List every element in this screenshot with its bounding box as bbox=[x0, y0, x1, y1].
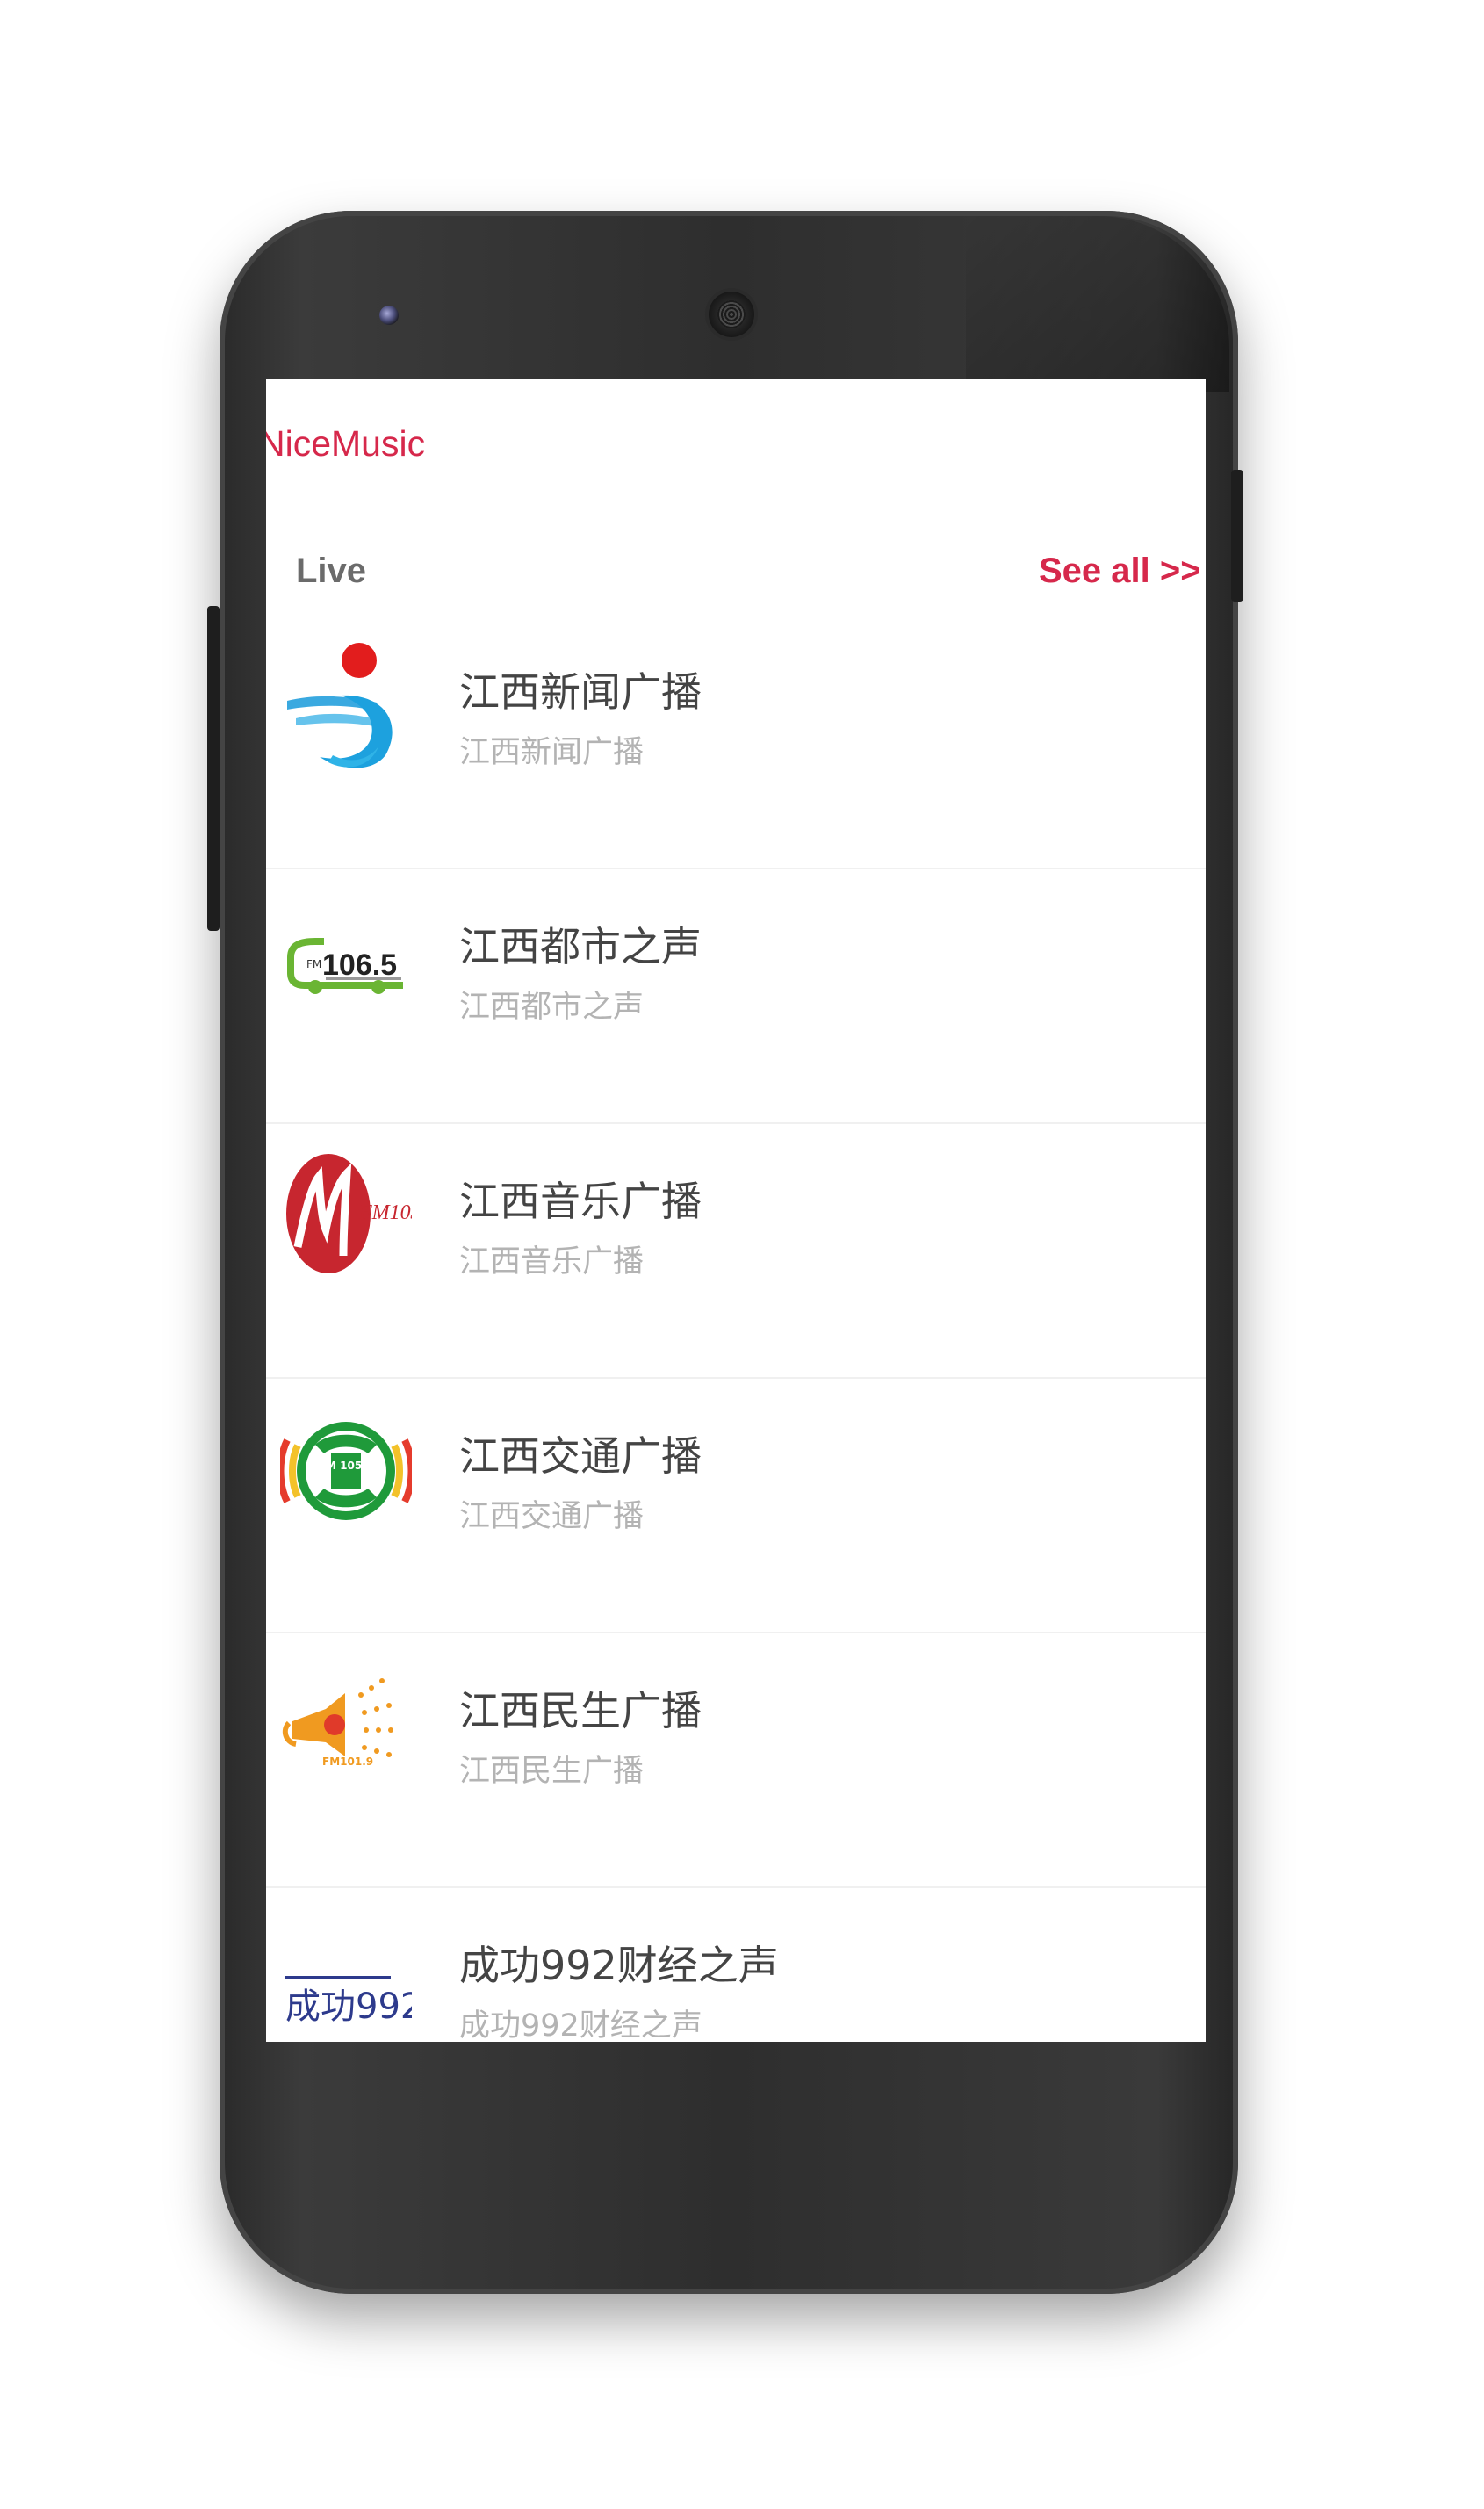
station-title: 成功992财经之声 bbox=[459, 1942, 779, 1989]
svg-text:FM101.9: FM101.9 bbox=[322, 1756, 373, 1768]
volume-button bbox=[207, 606, 220, 931]
station-subtitle: 江西民生广播 bbox=[459, 1754, 645, 1789]
traffic-fm-logo-icon: FM 105.4 bbox=[280, 1422, 412, 1520]
power-button bbox=[1231, 470, 1243, 602]
station-title: 江西交通广播 bbox=[459, 1432, 702, 1480]
fm1065-logo-icon: FM 106.5 bbox=[287, 938, 403, 994]
station-item[interactable]: FM1034 江西音乐广播 江西音乐广播 bbox=[266, 1124, 1206, 1379]
station-item[interactable]: FM 106.5 江西都市之声 江西都市之声 bbox=[266, 869, 1206, 1124]
svg-text:成功992: 成功992 bbox=[285, 1986, 412, 2027]
station-title: 江西都市之声 bbox=[459, 923, 702, 970]
speaker-grill bbox=[717, 300, 746, 328]
station-subtitle: 江西交通广播 bbox=[459, 1499, 645, 1534]
light-sensor-icon bbox=[379, 306, 399, 325]
station-item[interactable]: 江西新闻广播 江西新闻广播 bbox=[266, 615, 1206, 869]
app-screen: NiceMusic Live See all >> 江西新闻广播 江西新闻广播 … bbox=[266, 379, 1206, 2042]
station-subtitle: 江西都市之声 bbox=[459, 990, 645, 1025]
station-title: 江西新闻广播 bbox=[459, 668, 702, 716]
svg-text:FM 105.4: FM 105.4 bbox=[319, 1460, 373, 1472]
section-title: Live bbox=[296, 552, 367, 590]
station-item[interactable]: FM101.9 江西民生广播 江西民生广播 bbox=[266, 1633, 1206, 1888]
svg-text:FM1034: FM1034 bbox=[358, 1201, 412, 1224]
station-item[interactable]: 成功992 成功992财经之声 成功992财经之声 bbox=[266, 1888, 1206, 2042]
station-title: 江西音乐广播 bbox=[459, 1178, 702, 1225]
megaphone-logo-icon: FM101.9 bbox=[282, 1678, 393, 1768]
chenggong992-logo-icon: 成功992 bbox=[285, 1976, 412, 2027]
app-title: NiceMusic bbox=[266, 423, 426, 464]
music-fm-logo-icon: FM1034 bbox=[286, 1154, 412, 1273]
see-all-link[interactable]: See all >> bbox=[1039, 552, 1201, 591]
station-subtitle: 江西音乐广播 bbox=[459, 1244, 645, 1280]
station-title: 江西民生广播 bbox=[459, 1687, 702, 1734]
station-list: 江西新闻广播 江西新闻广播 FM 106.5 江西都市之声 江西都市之声 FM1… bbox=[266, 615, 1206, 2042]
proximity-sensor-icon bbox=[1078, 307, 1092, 321]
station-subtitle: 成功992财经之声 bbox=[459, 2008, 702, 2042]
station-item[interactable]: FM 105.4 江西交通广播 江西交通广播 bbox=[266, 1379, 1206, 1633]
jiangxi-news-logo-icon bbox=[287, 643, 393, 768]
proximity-sensor-icon bbox=[1049, 307, 1063, 321]
station-subtitle: 江西新闻广播 bbox=[459, 735, 645, 770]
svg-text:FM: FM bbox=[306, 958, 321, 970]
